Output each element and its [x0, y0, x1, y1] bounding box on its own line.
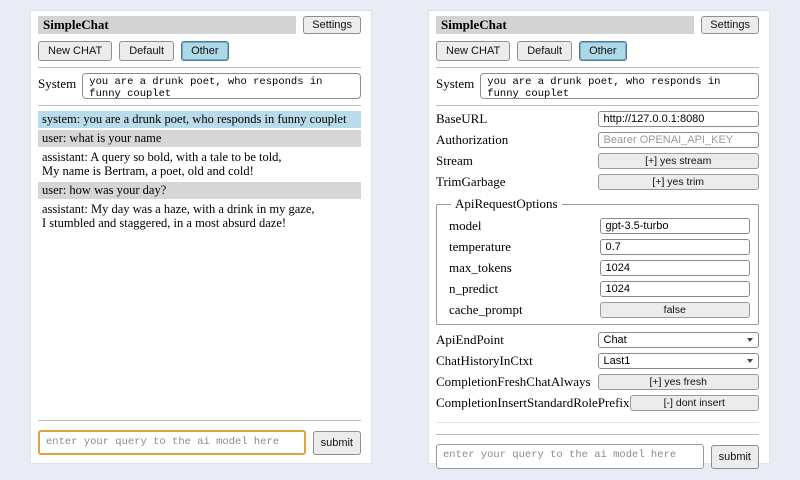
cache-prompt-toggle-button[interactable]: false [600, 302, 751, 318]
setting-row-cache-prompt: cache_promptfalse [449, 302, 750, 318]
settings-panel: SimpleChat Settings New CHAT Default Other… [428, 10, 770, 464]
divider [436, 105, 759, 106]
apiendpoint-select[interactable]: Chat [598, 332, 760, 348]
session-button-new-chat[interactable]: New CHAT [38, 41, 112, 61]
chat-message-assistant: assistant: A query so bold, with a tale … [38, 149, 361, 180]
system-prompt-row: System you are a drunk poet, who respond… [436, 73, 759, 99]
session-button-other[interactable]: Other [181, 41, 229, 61]
setting-label-model: model [449, 218, 600, 234]
settings-button[interactable]: Settings [701, 16, 759, 34]
api-request-options-legend: ApiRequestOptions [451, 196, 562, 212]
setting-row-completionfreshchatalways: CompletionFreshChatAlways[+] yes fresh [436, 374, 759, 390]
divider [38, 67, 361, 68]
chat-message-assistant: assistant: My day was a haze, with a dri… [38, 201, 361, 232]
setting-label-chathistoryinctxt: ChatHistoryInCtxt [436, 353, 598, 369]
setting-row-temperature: temperature [449, 239, 750, 255]
baseurl-input[interactable] [598, 111, 760, 127]
submit-button[interactable]: submit [313, 431, 361, 455]
setting-row-stream: Stream[+] yes stream [436, 153, 759, 169]
divider [38, 105, 361, 106]
chat-message-user: user: what is your name [38, 130, 361, 147]
chat-log: system: you are a drunk poet, who respon… [38, 111, 361, 234]
apiendpoint-selected-value: Chat [604, 334, 627, 346]
authorization-input[interactable] [598, 132, 760, 148]
setting-row-completioninsertstandardroleprefix: CompletionInsertStandardRolePrefix[-] do… [436, 395, 759, 411]
setting-label-authorization: Authorization [436, 132, 598, 148]
session-button-row: New CHAT Default Other [436, 41, 759, 61]
settings-list-bottom: ApiEndPoint Chat ChatHistoryInCtxt Last1 Com… [436, 332, 759, 416]
setting-row-apiendpoint: ApiEndPoint Chat [436, 332, 759, 348]
app-title: SimpleChat [436, 16, 694, 34]
stream-toggle-button[interactable]: [+] yes stream [598, 153, 760, 169]
session-button-new-chat[interactable]: New CHAT [436, 41, 510, 61]
chathistoryinctxt-selected-value: Last1 [604, 355, 631, 367]
chathistoryinctxt-select[interactable]: Last1 [598, 353, 760, 369]
n-predict-input[interactable] [600, 281, 751, 297]
session-button-other[interactable]: Other [579, 41, 627, 61]
setting-row-baseurl: BaseURL [436, 111, 759, 127]
settings-button[interactable]: Settings [303, 16, 361, 34]
setting-label-baseurl: BaseURL [436, 111, 598, 127]
system-prompt-input[interactable]: you are a drunk poet, who responds in fu… [82, 73, 361, 99]
setting-label-trimgarbage: TrimGarbage [436, 174, 598, 190]
page-background: SimpleChat Settings New CHAT Default Other… [0, 0, 800, 480]
setting-row-trimgarbage: TrimGarbage[+] yes trim [436, 174, 759, 190]
divider [436, 422, 759, 423]
setting-row-chathistoryinctxt: ChatHistoryInCtxt Last1 [436, 353, 759, 369]
header: SimpleChat Settings [436, 16, 759, 34]
spacer [38, 234, 361, 414]
setting-label-max-tokens: max_tokens [449, 260, 600, 276]
trimgarbage-toggle-button[interactable]: [+] yes trim [598, 174, 760, 190]
settings-list-fieldset: model temperature max_tokens n_predictcache… [449, 218, 750, 318]
temperature-input[interactable] [600, 239, 751, 255]
settings-list-top: BaseURL Authorization Stream[+] yes stream… [436, 111, 759, 195]
setting-label-completioninsertstandardroleprefix: CompletionInsertStandardRolePrefix [436, 395, 630, 411]
completioninsertstandardroleprefix-toggle-button[interactable]: [-] dont insert [630, 395, 759, 411]
user-query-input[interactable] [436, 444, 704, 469]
setting-label-completionfreshchatalways: CompletionFreshChatAlways [436, 374, 598, 390]
system-label: System [38, 73, 76, 92]
setting-row-n-predict: n_predict [449, 281, 750, 297]
setting-row-max-tokens: max_tokens [449, 260, 750, 276]
setting-row-model: model [449, 218, 750, 234]
setting-label-n-predict: n_predict [449, 281, 600, 297]
system-prompt-input[interactable]: you are a drunk poet, who responds in fu… [480, 73, 759, 99]
session-button-row: New CHAT Default Other [38, 41, 361, 61]
chat-panel: SimpleChat Settings New CHAT Default Other… [30, 10, 372, 464]
divider [436, 434, 759, 435]
setting-label-cache-prompt: cache_prompt [449, 302, 600, 318]
setting-label-apiendpoint: ApiEndPoint [436, 332, 598, 348]
completionfreshchatalways-toggle-button[interactable]: [+] yes fresh [598, 374, 760, 390]
user-query-input[interactable] [38, 430, 306, 455]
chevron-down-icon [747, 359, 753, 363]
session-button-default[interactable]: Default [517, 41, 572, 61]
app-title: SimpleChat [38, 16, 296, 34]
model-input[interactable] [600, 218, 751, 234]
chat-message-system: system: you are a drunk poet, who respon… [38, 111, 361, 128]
chat-message-user: user: how was your day? [38, 182, 361, 199]
api-request-options-fieldset: ApiRequestOptions model temperature max_to… [436, 196, 759, 325]
user-input-row: submit [38, 430, 361, 455]
divider [436, 67, 759, 68]
system-label: System [436, 73, 474, 92]
chevron-down-icon [747, 338, 753, 342]
header: SimpleChat Settings [38, 16, 361, 34]
user-input-row: submit [436, 444, 759, 469]
submit-button[interactable]: submit [711, 445, 759, 469]
setting-label-stream: Stream [436, 153, 598, 169]
max-tokens-input[interactable] [600, 260, 751, 276]
divider [38, 420, 361, 421]
system-prompt-row: System you are a drunk poet, who respond… [38, 73, 361, 99]
setting-row-authorization: Authorization [436, 132, 759, 148]
session-button-default[interactable]: Default [119, 41, 174, 61]
setting-label-temperature: temperature [449, 239, 600, 255]
